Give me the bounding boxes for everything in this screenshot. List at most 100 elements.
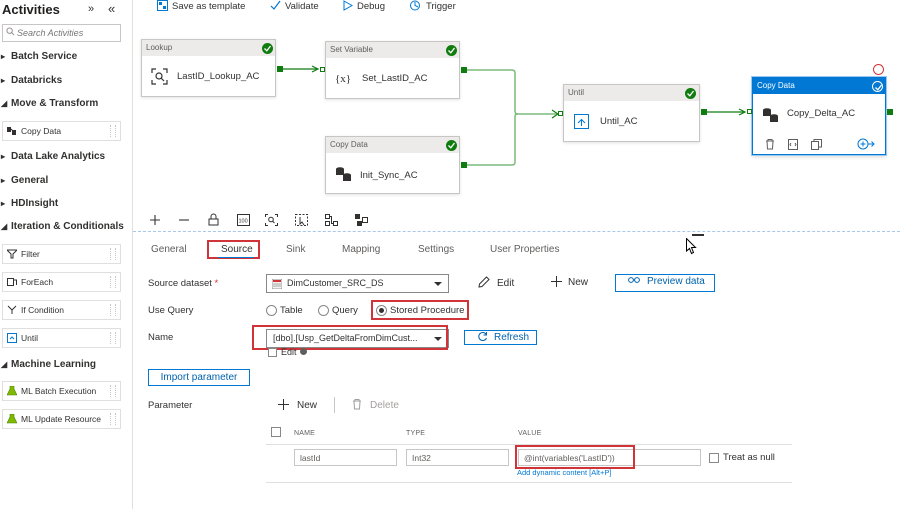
tab-general[interactable]: General [151,244,187,255]
source-dataset-label: Source dataset * [148,278,219,289]
toolbar-divider [334,397,335,413]
edit-dataset-button[interactable]: Edit [478,276,514,289]
svg-text:{x}: {x} [335,73,351,85]
panel-divider[interactable] [133,231,900,232]
import-parameter-button[interactable]: Import parameter [148,369,250,386]
node-type-label: Copy Data [753,78,885,94]
arrange-icon[interactable] [355,214,368,226]
output-port[interactable] [461,67,467,73]
required-mark: * [214,278,219,289]
activity-if-condition[interactable]: If Condition [2,300,121,320]
chevron-down-icon: ◢ [1,360,8,369]
success-check-icon [685,88,696,99]
add-icon [278,399,289,410]
drag-handle[interactable] [110,276,116,288]
mouse-cursor-icon [686,238,697,255]
clone-icon[interactable] [811,139,822,150]
success-check-icon [446,45,457,56]
resize-handle[interactable] [692,234,704,236]
source-dataset-select[interactable]: DimCustomer_SRC_DS [266,274,449,293]
drag-handle[interactable] [110,413,116,425]
set-variable-activity-node[interactable]: Set Variable {x} Set_LastID_AC [325,41,460,99]
parameter-name-input[interactable] [294,449,397,466]
copy-delta-activity-node[interactable]: Copy Data Copy_Delta_AC [752,77,886,155]
drag-handle[interactable] [110,332,116,344]
auto-align-icon[interactable] [325,214,338,226]
until-activity-node[interactable]: Until Until_AC [563,84,700,142]
lookup-activity-node[interactable]: Lookup LastID_Lookup_AC [141,39,276,97]
refresh-icon [478,332,487,341]
pencil-icon [478,276,490,288]
node-type-label: Set Variable [326,42,459,58]
new-dataset-button[interactable]: New [551,276,588,288]
tab-sink[interactable]: Sink [286,244,305,255]
code-icon[interactable] [788,139,798,150]
tab-mapping[interactable]: Mapping [342,244,380,255]
parameter-value-highlight [515,445,635,469]
column-header-type: TYPE [406,430,426,437]
foreach-icon [7,278,17,286]
treat-as-null-checkbox[interactable] [709,453,719,463]
radio-query[interactable] [318,305,329,316]
add-dynamic-content-link[interactable]: Add dynamic content [Alt+P] [517,468,611,477]
node-name: Until_AC [600,116,638,127]
refresh-button[interactable]: Refresh [464,330,537,345]
dropdown-caret-icon [434,282,442,286]
radio-table[interactable] [266,305,277,316]
success-check-icon [872,81,883,92]
output-port[interactable] [277,66,283,72]
error-indicator-icon [873,64,884,75]
remove-icon[interactable] [178,214,190,226]
treat-as-null-label: Treat as null [723,452,775,463]
parameter-type-input[interactable] [406,449,509,466]
node-type-label: Copy Data [326,137,459,153]
activity-ml-update-resource[interactable]: ML Update Resource [2,409,121,429]
node-name: LastID_Lookup_AC [177,71,260,82]
new-parameter-button[interactable]: New [278,399,317,411]
lookup-icon [151,68,168,85]
input-port[interactable] [558,111,563,116]
zoom-fit-icon[interactable] [265,214,278,226]
activity-filter[interactable]: Filter [2,244,121,264]
variable-icon: {x} [335,73,351,85]
output-port[interactable] [461,162,467,168]
output-port[interactable] [701,109,707,115]
preview-data-button[interactable]: Preview data [615,274,715,292]
activity-ml-batch-execution[interactable]: ML Batch Execution [2,381,121,401]
activity-foreach[interactable]: ForEach [2,272,121,292]
drag-handle[interactable] [110,248,116,260]
success-check-icon [446,140,457,151]
select-all-checkbox[interactable] [271,427,281,437]
lock-icon[interactable] [208,213,219,226]
output-port[interactable] [887,109,893,115]
radio-table-label: Table [280,305,303,316]
node-name: Set_LastID_AC [362,73,428,84]
zoom-100-icon[interactable]: 100 [237,214,250,226]
delete-parameter-button[interactable]: Delete [352,399,399,411]
drag-handle[interactable] [110,385,116,397]
edit-name-checkbox[interactable] [268,348,277,357]
drag-handle[interactable] [110,304,116,316]
table-bottom-divider [266,482,792,483]
delete-icon [353,399,361,410]
delete-icon[interactable] [765,139,775,150]
copy-data-icon [336,167,351,181]
edit-name-label: Edit [281,347,297,357]
input-port[interactable] [320,67,325,72]
parameter-label: Parameter [148,400,193,411]
select-icon[interactable] [295,214,308,226]
column-header-name: NAME [294,430,316,437]
tab-user-properties[interactable]: User Properties [490,244,559,255]
init-sync-copy-activity-node[interactable]: Copy Data Init_Sync_AC [325,136,460,194]
input-port[interactable] [747,109,752,114]
node-type-label: Lookup [142,40,275,56]
stored-procedure-highlight [371,300,469,320]
filter-icon [7,249,17,259]
info-icon [300,348,307,355]
use-query-label: Use Query [148,305,194,316]
activity-until[interactable]: Until [2,328,121,348]
add-icon[interactable] [149,214,161,226]
tab-settings[interactable]: Settings [418,244,454,255]
category-machine-learning[interactable]: ◢ Machine Learning [0,356,96,374]
add-output-icon[interactable] [857,138,875,150]
